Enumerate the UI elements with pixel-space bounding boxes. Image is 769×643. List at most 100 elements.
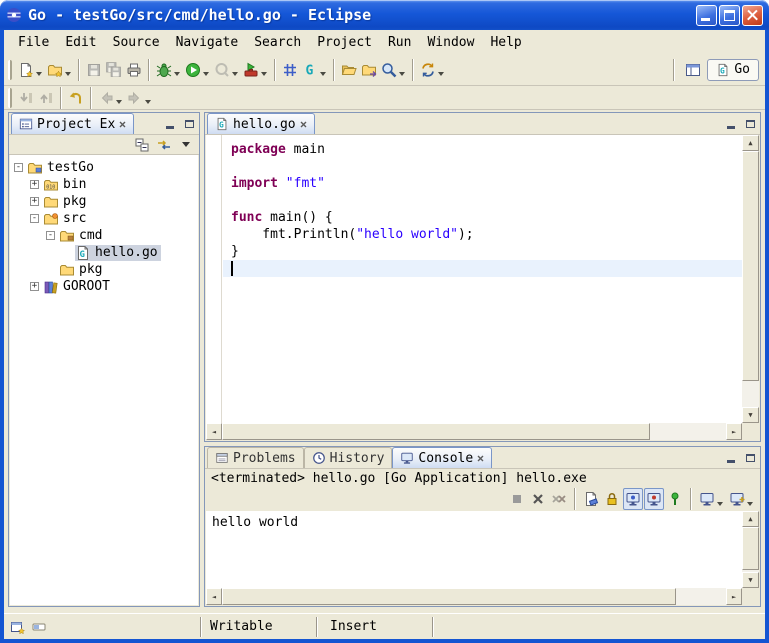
menu-item-search[interactable]: Search (246, 32, 309, 53)
collapse-expander[interactable]: - (14, 163, 23, 172)
tab-history[interactable]: History (304, 447, 393, 468)
scroll-thumb[interactable] (742, 527, 759, 570)
maximize-button[interactable] (719, 5, 740, 26)
remove-launch-button[interactable] (528, 488, 548, 510)
scroll-down-button[interactable]: ▼ (742, 407, 759, 423)
tree-item-pkg[interactable]: + pkg (10, 193, 198, 210)
dropdown-arrow[interactable] (747, 502, 753, 506)
close-button[interactable] (742, 5, 763, 26)
profile-button[interactable] (212, 58, 241, 82)
menu-item-run[interactable]: Run (380, 32, 419, 53)
go-perspective-button[interactable]: G Go (707, 59, 759, 81)
tree-item-goroot[interactable]: + GOROOT (10, 278, 198, 295)
last-edit-location-button[interactable] (66, 86, 86, 110)
goclipse-button[interactable]: G (300, 58, 329, 82)
expand-expander[interactable]: + (30, 180, 39, 189)
save-button[interactable] (84, 58, 104, 82)
open-resource-button[interactable] (359, 58, 379, 82)
editor-horizontal-scrollbar[interactable]: ◄ ► (206, 423, 742, 440)
code-line[interactable]: func main() { (223, 209, 742, 226)
minimize-view-button[interactable] (723, 450, 739, 465)
pin-console-button[interactable] (665, 488, 685, 510)
run-button[interactable] (183, 58, 212, 82)
terminate-button[interactable] (507, 488, 527, 510)
title-bar[interactable]: Go - testGo/src/cmd/hello.go - Eclipse (0, 0, 769, 30)
menu-item-window[interactable]: Window (419, 32, 482, 53)
code-line[interactable]: } (223, 243, 742, 260)
maximize-view-button[interactable] (181, 116, 197, 131)
code-line[interactable] (223, 158, 742, 175)
minimize-view-button[interactable] (162, 116, 178, 131)
dropdown-arrow[interactable] (320, 72, 326, 76)
scroll-left-button[interactable]: ◄ (206, 588, 222, 605)
dropdown-arrow[interactable] (116, 100, 122, 104)
open-console-button[interactable] (727, 488, 756, 510)
scroll-track[interactable] (222, 423, 726, 440)
menu-item-help[interactable]: Help (482, 32, 529, 53)
scroll-track[interactable] (742, 151, 759, 407)
display-console-button[interactable] (697, 488, 726, 510)
dropdown-arrow[interactable] (36, 72, 42, 76)
code-editor[interactable]: package main import "fmt" func main() { … (223, 135, 742, 423)
synchronize-button[interactable] (418, 58, 447, 82)
open-folder-button[interactable] (339, 58, 359, 82)
open-perspective-button[interactable] (683, 58, 703, 82)
code-line[interactable] (223, 192, 742, 209)
scroll-track[interactable] (742, 527, 759, 572)
menu-item-project[interactable]: Project (309, 32, 380, 53)
new-go-package-button[interactable] (280, 58, 300, 82)
tab-problems[interactable]: Problems (207, 447, 304, 468)
forward-button[interactable] (125, 86, 154, 110)
tab-console[interactable]: Console (392, 447, 492, 468)
scroll-thumb[interactable] (742, 151, 759, 381)
scroll-lock-button[interactable] (602, 488, 622, 510)
scroll-right-button[interactable]: ► (726, 588, 742, 605)
dropdown-arrow[interactable] (203, 72, 209, 76)
previous-annotation-button[interactable] (36, 86, 56, 110)
menu-item-source[interactable]: Source (105, 32, 168, 53)
tree-item-hello-go[interactable]: G hello.go (10, 244, 198, 261)
dropdown-arrow[interactable] (174, 72, 180, 76)
scroll-thumb[interactable] (222, 588, 676, 605)
collapse-expander[interactable]: - (30, 214, 39, 223)
next-annotation-button[interactable] (16, 86, 36, 110)
code-line[interactable]: import "fmt" (223, 175, 742, 192)
minimize-view-button[interactable] (723, 116, 739, 131)
tab-hello-go[interactable]: G hello.go (207, 113, 315, 134)
tree-item-src[interactable]: - src (10, 210, 198, 227)
dropdown-arrow[interactable] (65, 72, 71, 76)
view-menu-button[interactable] (176, 136, 196, 154)
dropdown-arrow[interactable] (438, 72, 444, 76)
link-with-editor-button[interactable] (154, 136, 174, 154)
toolbar-drag-handle[interactable] (8, 60, 12, 80)
annotation-ruler[interactable] (206, 135, 222, 423)
dropdown-arrow[interactable] (717, 502, 723, 506)
progress-indicator-button[interactable] (31, 619, 47, 635)
scroll-thumb[interactable] (222, 423, 650, 440)
tree-item-bin[interactable]: + 010 bin (10, 176, 198, 193)
new-project-button[interactable] (45, 58, 74, 82)
print-button[interactable] (124, 58, 144, 82)
show-stdout-button[interactable] (623, 488, 643, 510)
collapse-all-button[interactable] (132, 136, 152, 154)
clear-console-button[interactable] (581, 488, 601, 510)
expand-expander[interactable]: + (30, 197, 39, 206)
menu-item-edit[interactable]: Edit (57, 32, 104, 53)
external-tools-button[interactable] (241, 58, 270, 82)
maximize-view-button[interactable] (742, 450, 758, 465)
scroll-right-button[interactable]: ► (726, 423, 742, 440)
close-icon[interactable] (300, 121, 307, 128)
tree-item-testgo[interactable]: - testGo (10, 159, 198, 176)
expand-expander[interactable]: + (30, 282, 39, 291)
save-all-button[interactable] (104, 58, 124, 82)
fast-view-button[interactable] (10, 619, 26, 635)
tree-item-cmd[interactable]: - cmd (10, 227, 198, 244)
minimize-button[interactable] (696, 5, 717, 26)
remove-all-terminated-button[interactable] (549, 488, 569, 510)
dropdown-arrow[interactable] (145, 100, 151, 104)
search-button[interactable] (379, 58, 408, 82)
scroll-down-button[interactable]: ▼ (742, 572, 759, 588)
console-horizontal-scrollbar[interactable]: ◄ ► (206, 588, 742, 605)
close-icon[interactable] (477, 455, 484, 462)
dropdown-arrow[interactable] (399, 72, 405, 76)
